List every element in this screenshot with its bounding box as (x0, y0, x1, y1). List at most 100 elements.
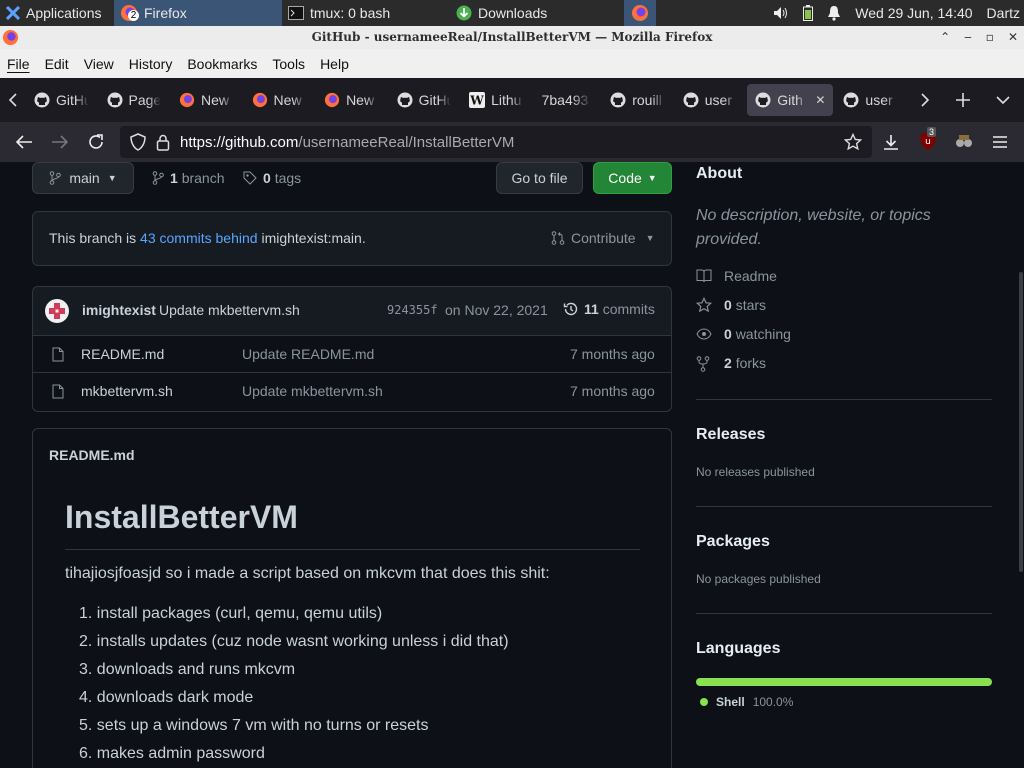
watching-link[interactable]: 0 watching (724, 326, 791, 342)
taskbar-firefox[interactable]: 2 Firefox (114, 0, 282, 26)
lock-icon[interactable] (156, 134, 170, 151)
hamburger-menu-icon[interactable] (992, 135, 1008, 149)
file-commit-message[interactable]: Update README.md (242, 346, 374, 362)
extension-glasses-icon[interactable] (954, 134, 974, 150)
readme-label[interactable]: README.md (49, 447, 135, 463)
tab[interactable]: New (171, 84, 242, 116)
panel-firefox-launcher[interactable] (624, 0, 656, 26)
commits-behind-link[interactable]: 43 commits behind (140, 230, 258, 246)
code-button[interactable]: Code ▼ (593, 162, 672, 194)
tab[interactable]: rouill (602, 84, 673, 116)
file-age: 7 months ago (570, 383, 655, 399)
file-name[interactable]: mkbettervm.sh (81, 383, 173, 399)
menu-tools[interactable]: Tools (272, 56, 305, 72)
commit-message[interactable]: Update mkbettervm.sh (159, 302, 300, 318)
tracking-protection-shield-icon[interactable] (130, 133, 146, 151)
menu-edit[interactable]: Edit (45, 56, 69, 72)
window-up-icon[interactable]: ⌃ (940, 26, 950, 49)
star-icon (696, 297, 712, 313)
github-icon (683, 92, 699, 108)
branch-select-button[interactable]: main ▼ (32, 162, 134, 194)
downloads-icon[interactable] (882, 133, 900, 151)
tab[interactable]: New (316, 84, 387, 116)
packages-heading[interactable]: Packages (696, 533, 770, 551)
tab-label: Page (128, 92, 162, 108)
bookmark-star-icon[interactable] (844, 133, 862, 151)
commit-author[interactable]: imightexist (82, 302, 156, 318)
language-bar (696, 678, 992, 686)
go-to-file-button[interactable]: Go to file (496, 162, 583, 194)
language-item[interactable]: Shell 100.0% (700, 695, 793, 709)
back-icon[interactable] (15, 134, 33, 150)
releases-heading[interactable]: Releases (696, 426, 765, 444)
branch-count: 1 (170, 170, 178, 186)
menu-help[interactable]: Help (320, 56, 349, 72)
close-icon[interactable]: ✕ (1008, 26, 1018, 49)
forks-link[interactable]: 2 forks (724, 355, 766, 371)
menu-view[interactable]: View (84, 56, 114, 72)
tab[interactable]: W Lithu (461, 84, 532, 116)
contribute-button[interactable]: Contribute ▼ (551, 230, 655, 246)
tags-link[interactable]: 0 tags (243, 170, 301, 186)
volume-icon[interactable] (773, 6, 789, 20)
tab[interactable]: GitHu (26, 84, 97, 116)
scroll-tabs-right-icon[interactable] (920, 93, 930, 107)
notification-bell-icon[interactable] (827, 5, 841, 21)
download-icon (456, 5, 472, 21)
tab-label: Lithu (491, 92, 522, 108)
tab[interactable]: 7ba493 (534, 84, 601, 116)
file-row[interactable]: mkbettervm.sh Update mkbettervm.sh 7 mon… (33, 372, 671, 409)
tab-label: 7ba493 (541, 92, 589, 108)
branches-link[interactable]: 1 branch (152, 170, 225, 186)
ublock-origin-icon[interactable]: u 3 (919, 127, 939, 153)
tab[interactable]: user (675, 84, 746, 116)
firefox-icon (179, 92, 195, 108)
list-item: 2. installs updates (cuz node wasnt work… (79, 633, 509, 650)
branch-status-box: This branch is 43 commits behind imighte… (32, 211, 672, 266)
branch-name: main (69, 170, 100, 186)
reload-icon[interactable] (87, 133, 105, 151)
url-bar[interactable]: https://github.com/usernameeReal/Install… (120, 126, 872, 158)
tab[interactable]: New (244, 84, 315, 116)
tab[interactable]: GitHu (389, 84, 460, 116)
tab[interactable]: Gith ✕ (747, 84, 834, 116)
stars-link[interactable]: 0 stars (724, 297, 766, 313)
branch-word: branch (181, 170, 225, 186)
menu-history[interactable]: History (129, 56, 173, 72)
user-menu[interactable]: Dartz (987, 5, 1020, 21)
github-icon (107, 92, 123, 108)
tab-label: user (865, 92, 893, 108)
menu-bookmarks[interactable]: Bookmarks (187, 56, 257, 72)
behind-prefix: This branch is (49, 230, 137, 246)
tag-count: 0 (263, 170, 271, 186)
taskbar-tmux[interactable]: tmux: 0 bash (282, 0, 450, 26)
avatar[interactable] (45, 299, 69, 323)
tab-label: rouill (632, 92, 662, 108)
close-tab-icon[interactable]: ✕ (815, 93, 825, 107)
tab-label: Gith (777, 92, 803, 108)
applications-menu[interactable]: Applications (0, 0, 108, 26)
tab[interactable]: Page (99, 84, 170, 116)
taskbar-downloads[interactable]: Downloads (450, 0, 618, 26)
readme-link[interactable]: Readme (724, 268, 777, 284)
file-row[interactable]: README.md Update README.md 7 months ago (33, 335, 671, 372)
minimize-icon[interactable]: ‒ (964, 26, 972, 49)
new-tab-icon[interactable] (955, 92, 971, 108)
applications-label: Applications (26, 5, 102, 21)
file-commit-message[interactable]: Update mkbettervm.sh (242, 383, 383, 399)
file-name[interactable]: README.md (81, 346, 164, 362)
list-all-tabs-icon[interactable] (996, 95, 1010, 105)
scroll-tabs-left-icon[interactable] (0, 93, 26, 107)
menu-file[interactable]: File (7, 56, 30, 72)
tab[interactable]: user (835, 84, 906, 116)
battery-icon[interactable] (803, 5, 814, 21)
window-titlebar[interactable]: GitHub - usernameeReal/InstallBetterVM —… (0, 26, 1024, 49)
commit-date: on Nov 22, 2021 (445, 302, 548, 318)
maximize-icon[interactable]: ▫ (986, 26, 994, 49)
commits-link[interactable]: 11 commits (563, 301, 655, 317)
clock[interactable]: Wed 29 Jun, 14:40 (855, 5, 972, 21)
stars-count: 0 (724, 297, 732, 313)
commit-sha[interactable]: 924355f (387, 303, 438, 317)
scrollbar-thumb[interactable] (1019, 272, 1023, 572)
history-icon (563, 301, 579, 317)
